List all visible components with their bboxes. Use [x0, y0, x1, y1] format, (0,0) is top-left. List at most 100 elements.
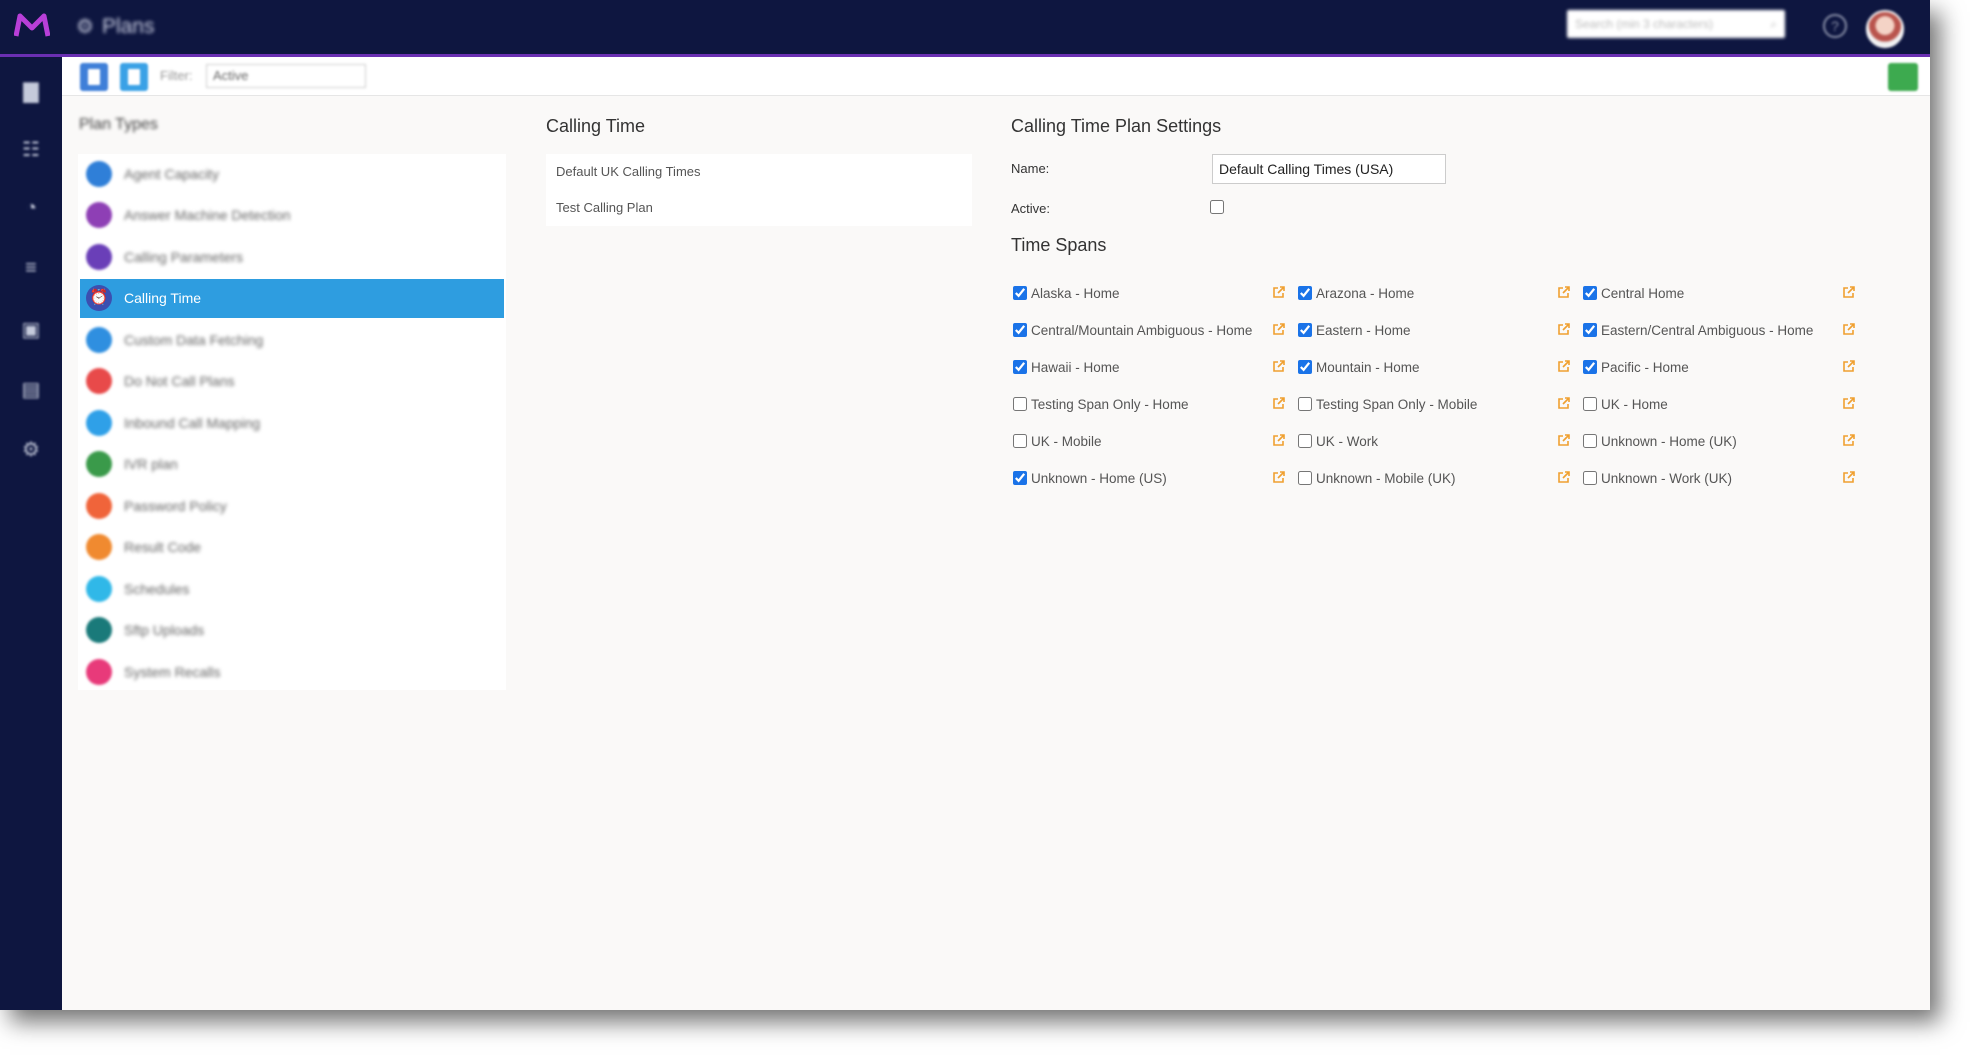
time-span-item[interactable]: Central Home [1581, 283, 1684, 303]
time-span-item[interactable]: Pacific - Home [1581, 357, 1689, 377]
help-icon[interactable]: ? [1823, 14, 1847, 38]
time-span-label: Hawaii - Home [1031, 359, 1120, 375]
edit-external-icon[interactable] [1272, 322, 1286, 336]
toolbar: Filter: Active [62, 57, 1930, 96]
search-input[interactable]: Search (min 3 characters) ⌕ [1567, 10, 1785, 38]
plan-type-item[interactable]: Calling Parameters [80, 237, 504, 276]
time-span-checkbox[interactable] [1583, 360, 1597, 374]
time-span-checkbox[interactable] [1298, 323, 1312, 337]
grid-icon[interactable]: ☷ [17, 137, 45, 161]
edit-external-icon[interactable] [1272, 359, 1286, 373]
edit-external-icon[interactable] [1557, 470, 1571, 484]
avatar[interactable] [1866, 10, 1904, 48]
time-span-item[interactable]: Eastern/Central Ambiguous - Home [1581, 320, 1813, 340]
time-span-item[interactable]: UK - Home [1581, 394, 1668, 414]
plan-type-item[interactable]: Result Code [80, 528, 504, 567]
edit-external-icon[interactable] [1557, 433, 1571, 447]
plan-type-icon [86, 243, 112, 270]
time-span-checkbox[interactable] [1013, 434, 1027, 448]
edit-external-icon[interactable] [1842, 285, 1856, 299]
settings-icon[interactable]: ⚙ [17, 437, 45, 461]
plan-type-item[interactable]: ⏰ Calling Time [80, 278, 504, 318]
time-span-item[interactable]: Unknown - Home (UK) [1581, 431, 1737, 451]
time-span-item[interactable]: Testing Span Only - Home [1011, 394, 1189, 414]
app-logo-icon[interactable] [14, 12, 50, 40]
time-span-item[interactable]: Arazona - Home [1296, 283, 1414, 303]
plan-type-item[interactable]: Password Policy [80, 486, 504, 525]
plan-type-item[interactable]: IVR plan [80, 445, 504, 484]
plan-types-title: Plan Types [79, 116, 158, 133]
time-span-checkbox[interactable] [1013, 323, 1027, 337]
time-span-checkbox[interactable] [1298, 434, 1312, 448]
plan-type-item[interactable]: Inbound Call Mapping [80, 403, 504, 442]
time-span-checkbox[interactable] [1583, 471, 1597, 485]
time-span-checkbox[interactable] [1583, 286, 1597, 300]
edit-external-icon[interactable] [1557, 322, 1571, 336]
time-span-item[interactable]: Mountain - Home [1296, 357, 1420, 377]
time-span-checkbox[interactable] [1013, 471, 1027, 485]
filter-select[interactable]: Active [206, 64, 366, 88]
app-title-text: Plans [101, 14, 155, 38]
edit-external-icon[interactable] [1272, 470, 1286, 484]
time-span-checkbox[interactable] [1013, 360, 1027, 374]
time-span-item[interactable]: Testing Span Only - Mobile [1296, 394, 1477, 414]
copy-document-button[interactable] [120, 63, 148, 91]
time-span-item[interactable]: Central/Mountain Ambiguous - Home [1011, 320, 1252, 340]
time-span-item[interactable]: UK - Work [1296, 431, 1378, 451]
time-spans-title: Time Spans [1011, 235, 1107, 255]
name-field[interactable] [1212, 154, 1446, 184]
plan-type-label: Password Policy [124, 497, 227, 514]
plan-type-item[interactable]: System Recalls [80, 652, 504, 691]
edit-external-icon[interactable] [1842, 396, 1856, 410]
edit-external-icon[interactable] [1842, 433, 1856, 447]
plan-type-item[interactable]: Schedules [80, 569, 504, 608]
calling-plan-item[interactable]: Default UK Calling Times [556, 164, 701, 179]
time-span-item[interactable]: Alaska - Home [1011, 283, 1120, 303]
edit-external-icon[interactable] [1272, 396, 1286, 410]
plan-type-label: Agent Capacity [124, 165, 219, 182]
time-span-item[interactable]: Hawaii - Home [1011, 357, 1120, 377]
time-span-checkbox[interactable] [1298, 471, 1312, 485]
time-span-checkbox[interactable] [1583, 397, 1597, 411]
active-checkbox[interactable] [1210, 200, 1224, 214]
export-button[interactable] [1888, 63, 1918, 91]
plan-type-item[interactable]: Answer Machine Detection [80, 196, 504, 235]
time-span-item[interactable]: Eastern - Home [1296, 320, 1411, 340]
edit-external-icon[interactable] [1842, 322, 1856, 336]
edit-external-icon[interactable] [1842, 470, 1856, 484]
gauge-icon[interactable]: ◔ [17, 197, 45, 219]
plan-type-item[interactable]: Custom Data Fetching [80, 320, 504, 359]
time-span-label: Mountain - Home [1316, 359, 1420, 375]
time-span-item[interactable]: Unknown - Home (US) [1011, 468, 1167, 488]
dashboard-icon[interactable]: ▇ [17, 79, 45, 103]
edit-external-icon[interactable] [1557, 359, 1571, 373]
edit-external-icon[interactable] [1557, 285, 1571, 299]
time-span-checkbox[interactable] [1583, 323, 1597, 337]
edit-external-icon[interactable] [1272, 433, 1286, 447]
inbox-icon[interactable]: ▣ [17, 317, 45, 341]
time-span-checkbox[interactable] [1298, 360, 1312, 374]
time-span-label: Unknown - Home (UK) [1601, 433, 1737, 449]
time-span-checkbox[interactable] [1583, 434, 1597, 448]
time-span-item[interactable]: Unknown - Work (UK) [1581, 468, 1732, 488]
time-span-checkbox[interactable] [1298, 397, 1312, 411]
edit-external-icon[interactable] [1272, 285, 1286, 299]
plan-type-item[interactable]: Agent Capacity [80, 154, 504, 193]
search-icon[interactable]: ⌕ [1770, 17, 1777, 32]
edit-external-icon[interactable] [1842, 359, 1856, 373]
time-span-item[interactable]: Unknown - Mobile (UK) [1296, 468, 1456, 488]
plan-type-icon [86, 326, 112, 353]
time-span-checkbox[interactable] [1013, 286, 1027, 300]
time-span-label: Eastern - Home [1316, 322, 1411, 338]
document-icon[interactable]: ▤ [17, 377, 45, 401]
time-span-label: UK - Mobile [1031, 433, 1102, 449]
time-span-checkbox[interactable] [1298, 286, 1312, 300]
plan-type-item[interactable]: Sftp Uploads [80, 611, 504, 650]
calling-plan-item[interactable]: Test Calling Plan [556, 200, 653, 215]
new-document-button[interactable] [80, 63, 108, 91]
edit-external-icon[interactable] [1557, 396, 1571, 410]
plan-type-item[interactable]: Do Not Call Plans [80, 362, 504, 401]
database-icon[interactable]: ≡ [17, 257, 45, 279]
time-span-checkbox[interactable] [1013, 397, 1027, 411]
time-span-item[interactable]: UK - Mobile [1011, 431, 1102, 451]
